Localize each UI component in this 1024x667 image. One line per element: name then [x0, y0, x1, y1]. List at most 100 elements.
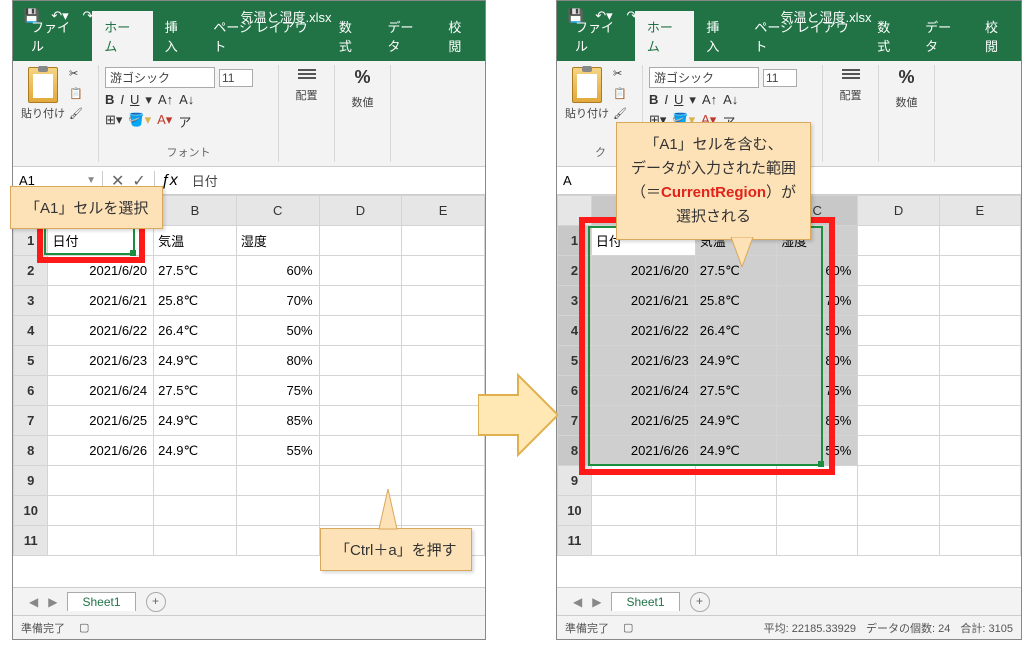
- cell[interactable]: [402, 496, 485, 526]
- cell[interactable]: [48, 496, 154, 526]
- cell[interactable]: [939, 496, 1020, 526]
- cell[interactable]: [319, 376, 402, 406]
- cell[interactable]: [939, 436, 1020, 466]
- paste-button[interactable]: 貼り付け: [21, 67, 65, 123]
- tab-formula[interactable]: 数式: [865, 11, 913, 61]
- cell[interactable]: [858, 346, 939, 376]
- cell[interactable]: 26.4℃: [154, 316, 237, 346]
- cell[interactable]: [695, 496, 776, 526]
- tab-home[interactable]: ホーム: [92, 11, 153, 61]
- cell[interactable]: [939, 346, 1020, 376]
- cell[interactable]: 湿度: [236, 226, 319, 256]
- cut-icon[interactable]: ✂: [613, 67, 631, 83]
- sheet-nav-prev[interactable]: ◀: [29, 595, 38, 609]
- align-icon[interactable]: [298, 67, 316, 81]
- cell[interactable]: [858, 286, 939, 316]
- cell[interactable]: [591, 526, 695, 556]
- cell[interactable]: [858, 496, 939, 526]
- font-size-select[interactable]: 11: [763, 69, 797, 87]
- cell[interactable]: 2021/6/21: [48, 286, 154, 316]
- cell[interactable]: [858, 226, 939, 256]
- cell[interactable]: 2021/6/24: [48, 376, 154, 406]
- cut-icon[interactable]: ✂: [69, 67, 87, 83]
- add-sheet-button[interactable]: +: [146, 592, 166, 612]
- cell[interactable]: [319, 346, 402, 376]
- underline-button[interactable]: U: [130, 92, 139, 108]
- cell[interactable]: [939, 256, 1020, 286]
- cell[interactable]: [319, 406, 402, 436]
- worksheet-grid[interactable]: A B C D E 1 日付 気温 湿度 2 2021/6/20 27.5℃ 6…: [13, 195, 485, 555]
- col-header-e[interactable]: E: [939, 196, 1020, 226]
- cell[interactable]: [154, 496, 237, 526]
- cell[interactable]: [939, 466, 1020, 496]
- cell[interactable]: [236, 526, 319, 556]
- cell[interactable]: 70%: [236, 286, 319, 316]
- cell[interactable]: [858, 376, 939, 406]
- cell[interactable]: 24.9℃: [154, 406, 237, 436]
- add-sheet-button[interactable]: +: [690, 592, 710, 612]
- cell[interactable]: 50%: [236, 316, 319, 346]
- font-name-select[interactable]: 游ゴシック: [649, 67, 759, 88]
- cell[interactable]: [402, 226, 485, 256]
- cell[interactable]: [939, 226, 1020, 256]
- tab-page-layout[interactable]: ページ レイアウト: [201, 11, 327, 61]
- tab-file[interactable]: ファイル: [563, 11, 635, 61]
- font-grow-button[interactable]: A↑: [158, 92, 173, 108]
- cell[interactable]: [154, 526, 237, 556]
- cell[interactable]: [939, 376, 1020, 406]
- row-header[interactable]: 3: [14, 286, 48, 316]
- cell[interactable]: [319, 226, 402, 256]
- cell[interactable]: 85%: [236, 406, 319, 436]
- bold-button[interactable]: B: [105, 92, 114, 108]
- cell[interactable]: [402, 256, 485, 286]
- cell[interactable]: 25.8℃: [154, 286, 237, 316]
- underline-button[interactable]: U: [674, 92, 683, 108]
- tab-formula[interactable]: 数式: [327, 11, 376, 61]
- cell[interactable]: 2021/6/23: [48, 346, 154, 376]
- row-header[interactable]: 5: [14, 346, 48, 376]
- cell[interactable]: [402, 316, 485, 346]
- font-grow-button[interactable]: A↑: [702, 92, 717, 108]
- cell[interactable]: [858, 256, 939, 286]
- font-name-select[interactable]: 游ゴシック: [105, 67, 215, 88]
- cell[interactable]: [319, 316, 402, 346]
- format-painter-icon[interactable]: 🖌: [613, 107, 631, 123]
- border-button[interactable]: ▾: [145, 92, 152, 108]
- cell[interactable]: [402, 466, 485, 496]
- italic-button[interactable]: I: [664, 92, 668, 108]
- row-header[interactable]: 11: [14, 526, 48, 556]
- phonetic-button[interactable]: ア: [178, 112, 191, 131]
- cell[interactable]: [402, 406, 485, 436]
- cell[interactable]: 27.5℃: [154, 256, 237, 286]
- cell[interactable]: [236, 496, 319, 526]
- cell[interactable]: 75%: [236, 376, 319, 406]
- sheet-tab[interactable]: Sheet1: [611, 592, 679, 611]
- cell[interactable]: [939, 316, 1020, 346]
- row-header[interactable]: 8: [14, 436, 48, 466]
- cell[interactable]: [591, 496, 695, 526]
- cell[interactable]: [402, 286, 485, 316]
- cell[interactable]: [858, 316, 939, 346]
- cell[interactable]: 60%: [236, 256, 319, 286]
- cell[interactable]: [319, 436, 402, 466]
- cell[interactable]: [858, 466, 939, 496]
- font-size-select[interactable]: 11: [219, 69, 253, 87]
- tab-review[interactable]: 校閲: [973, 11, 1021, 61]
- cell[interactable]: [695, 526, 776, 556]
- cell[interactable]: [48, 466, 154, 496]
- cell[interactable]: [777, 526, 858, 556]
- copy-icon[interactable]: 📋: [613, 87, 631, 103]
- macro-record-icon[interactable]: ▢: [623, 621, 633, 634]
- italic-button[interactable]: I: [120, 92, 124, 108]
- tab-page-layout[interactable]: ページ レイアウト: [742, 11, 865, 61]
- col-header-c[interactable]: C: [236, 196, 319, 226]
- font-shrink-button[interactable]: A↓: [723, 92, 738, 108]
- border-button[interactable]: ▾: [689, 92, 696, 108]
- col-header-b[interactable]: B: [154, 196, 237, 226]
- cell[interactable]: [939, 286, 1020, 316]
- row-header[interactable]: 9: [14, 466, 48, 496]
- percent-icon[interactable]: %: [898, 67, 914, 88]
- cell[interactable]: 気温: [154, 226, 237, 256]
- font-shrink-button[interactable]: A↓: [179, 92, 194, 108]
- row-header[interactable]: 11: [558, 526, 592, 556]
